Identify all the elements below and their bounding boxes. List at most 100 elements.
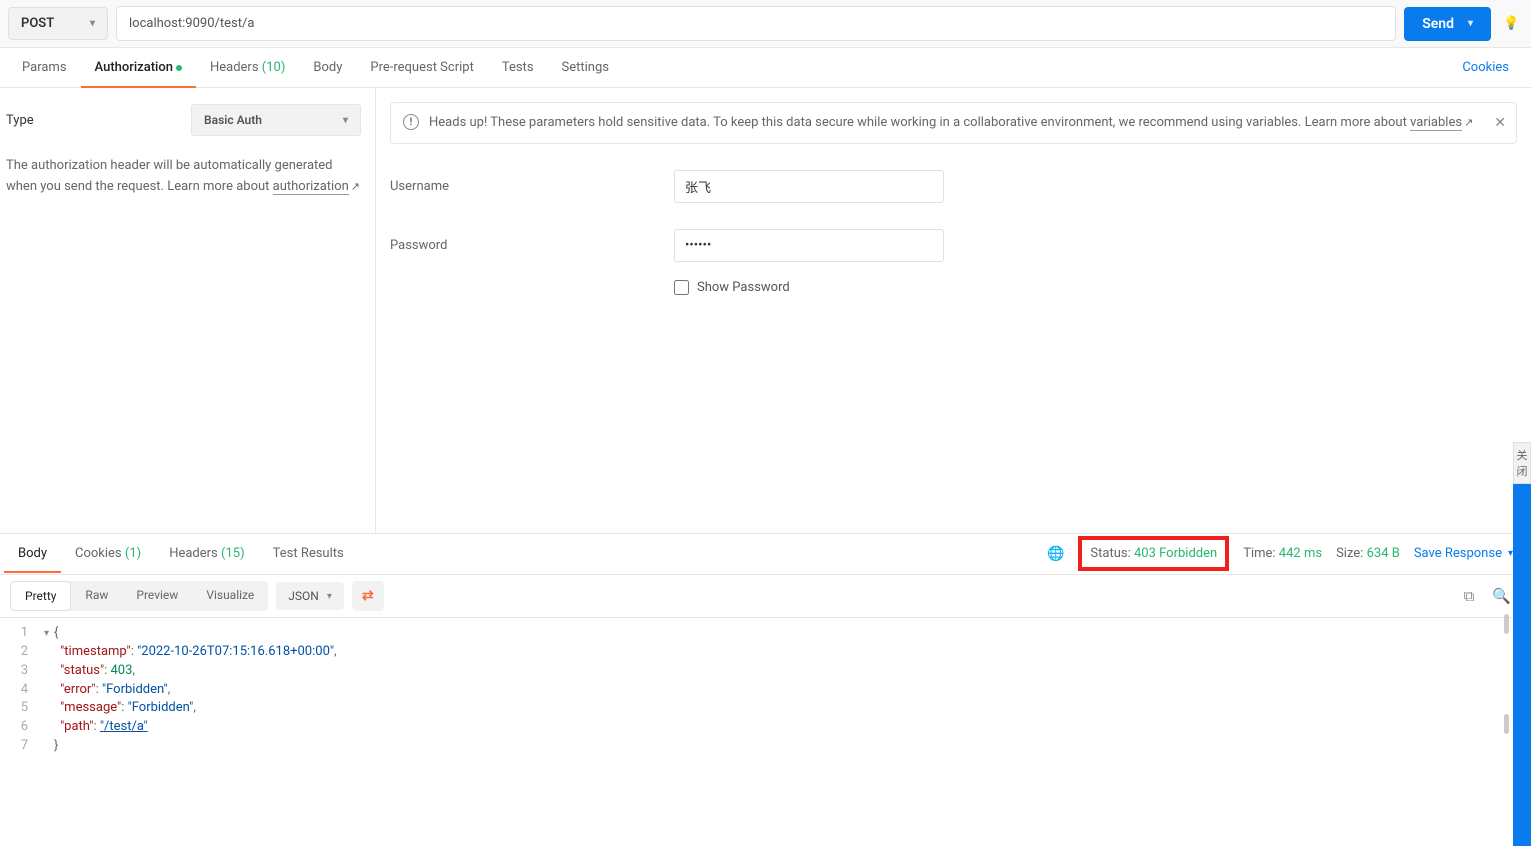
tab-headers-label: Headers — [210, 60, 259, 75]
line-number: 4 — [0, 681, 44, 700]
response-meta: 🌐 Status: 403 Forbidden Time: 442 ms Siz… — [1047, 542, 1527, 565]
line-number: 2 — [0, 643, 44, 662]
tab-tests[interactable]: Tests — [488, 48, 548, 87]
variables-docs-link-label: variables — [1410, 115, 1462, 130]
json-key: "timestamp" — [60, 644, 131, 659]
http-method-label: POST — [21, 16, 54, 31]
resp-tab-tests[interactable]: Test Results — [259, 534, 358, 573]
tab-params[interactable]: Params — [8, 48, 81, 87]
notice-text-body: Heads up! These parameters hold sensitiv… — [429, 115, 1410, 130]
format-select[interactable]: JSON ▾ — [276, 582, 344, 610]
json-value: "2022-10-26T07:15:16.618+00:00" — [137, 644, 334, 659]
right-rail: 关闭 — [1513, 442, 1531, 846]
show-password-label: Show Password — [697, 280, 790, 295]
response-view-bar: Pretty Raw Preview Visualize JSON ▾ ⇄ ⧉ … — [0, 574, 1531, 618]
auth-type-label: Type — [4, 113, 34, 128]
status-highlight: Status: 403 Forbidden — [1078, 536, 1229, 571]
json-key: "message" — [60, 700, 121, 715]
line-number: 3 — [0, 662, 44, 681]
tab-tests-label: Tests — [502, 60, 534, 75]
auth-right-column: ! Heads up! These parameters hold sensit… — [376, 88, 1531, 533]
time-meta: Time: 442 ms — [1243, 546, 1322, 561]
authorization-docs-link-label: authorization — [273, 179, 349, 194]
tab-headers[interactable]: Headers (10) — [196, 48, 299, 87]
copy-icon[interactable]: ⧉ — [1464, 587, 1475, 605]
line-number: 1 — [0, 624, 44, 643]
resp-tab-headers-count: (15) — [221, 546, 245, 561]
code-line: 1 ▾{ — [0, 624, 1531, 643]
url-input[interactable] — [116, 6, 1396, 41]
authorization-panel: Type Basic Auth ▾ The authorization head… — [0, 88, 1531, 533]
tab-params-label: Params — [22, 60, 67, 75]
size-value: 634 B — [1367, 546, 1400, 561]
show-password-checkbox[interactable] — [674, 280, 689, 295]
username-input[interactable] — [674, 170, 944, 203]
view-mode-segment: Pretty Raw Preview Visualize — [10, 581, 268, 611]
resp-tab-body[interactable]: Body — [4, 534, 61, 573]
response-tabs: Body Cookies (1) Headers (15) Test Resul… — [0, 534, 1531, 574]
tab-settings[interactable]: Settings — [548, 48, 623, 87]
json-value: "/test/a" — [100, 719, 148, 734]
hints-icon[interactable]: 💡 — [1499, 12, 1523, 35]
json-key: "status" — [60, 663, 104, 678]
auth-type-select[interactable]: Basic Auth ▾ — [191, 104, 361, 136]
status-label: Status: — [1090, 546, 1130, 561]
code-line: 5 "message": "Forbidden", — [0, 699, 1531, 718]
chevron-down-icon[interactable]: ▾ — [1468, 18, 1473, 29]
send-button-label: Send — [1422, 16, 1454, 32]
cookies-link[interactable]: Cookies — [1448, 48, 1523, 87]
line-number: 5 — [0, 699, 44, 718]
view-visualize-label: Visualize — [206, 588, 254, 602]
response-body-code: 1 ▾{ 2 "timestamp": "2022-10-26T07:15:16… — [0, 618, 1531, 762]
warning-icon: ! — [403, 114, 419, 130]
tab-prerequest[interactable]: Pre-request Script — [356, 48, 487, 87]
http-method-select[interactable]: POST ▾ — [8, 7, 108, 40]
globe-icon[interactable]: 🌐 — [1047, 546, 1064, 562]
tab-authorization[interactable]: Authorization — [81, 48, 196, 87]
save-response-button[interactable]: Save Response ▾ — [1414, 546, 1513, 561]
auth-type-row: Type Basic Auth ▾ — [4, 104, 361, 136]
variables-docs-link[interactable]: variables — [1410, 115, 1462, 131]
rail-close-label: 关闭 — [1517, 449, 1528, 478]
code-line: 6 "path": "/test/a" — [0, 718, 1531, 737]
view-pretty-label: Pretty — [25, 589, 56, 603]
view-raw[interactable]: Raw — [71, 581, 122, 611]
fold-icon[interactable]: ▾ — [44, 627, 54, 642]
tab-body-label: Body — [313, 60, 342, 75]
request-top-bar: POST ▾ Send ▾ 💡 — [0, 0, 1531, 48]
resp-tab-cookies[interactable]: Cookies (1) — [61, 534, 155, 573]
resp-tab-body-label: Body — [18, 546, 47, 561]
chevron-down-icon: ▾ — [327, 591, 332, 602]
time-value: 442 ms — [1279, 546, 1322, 561]
sensitive-data-notice: ! Heads up! These parameters hold sensit… — [390, 102, 1517, 144]
view-visualize[interactable]: Visualize — [192, 581, 268, 611]
close-icon[interactable]: ✕ — [1494, 113, 1506, 134]
rail-close-button[interactable]: 关闭 — [1513, 442, 1531, 484]
external-link-icon: ↗ — [1464, 116, 1473, 129]
resp-tab-cookies-count: (1) — [125, 546, 141, 561]
send-button[interactable]: Send ▾ — [1404, 7, 1491, 41]
size-label: Size: — [1336, 546, 1363, 561]
wrap-lines-icon[interactable]: ⇄ — [352, 581, 384, 611]
scrollbar-thumb[interactable] — [1504, 714, 1509, 734]
authorization-docs-link[interactable]: authorization — [273, 179, 349, 195]
rail-panel[interactable] — [1513, 484, 1531, 846]
resp-tab-tests-label: Test Results — [273, 546, 344, 561]
resp-tab-headers[interactable]: Headers (15) — [155, 534, 258, 573]
code-line: 4 "error": "Forbidden", — [0, 681, 1531, 700]
password-input[interactable] — [674, 229, 944, 262]
scrollbar-thumb[interactable] — [1504, 614, 1509, 634]
tab-prerequest-label: Pre-request Script — [370, 60, 473, 75]
json-key: "path" — [60, 719, 93, 734]
status-value: 403 Forbidden — [1134, 546, 1217, 561]
resp-tab-cookies-label: Cookies — [75, 546, 122, 561]
auth-description: The authorization header will be automat… — [4, 156, 361, 198]
view-pretty[interactable]: Pretty — [10, 581, 71, 611]
tab-body[interactable]: Body — [299, 48, 356, 87]
json-value: "Forbidden" — [102, 682, 168, 697]
json-value: 403 — [110, 663, 132, 678]
search-icon[interactable]: 🔍 — [1492, 587, 1511, 605]
password-row: Password — [390, 229, 1517, 262]
chevron-down-icon: ▾ — [90, 18, 95, 29]
view-preview[interactable]: Preview — [122, 581, 192, 611]
